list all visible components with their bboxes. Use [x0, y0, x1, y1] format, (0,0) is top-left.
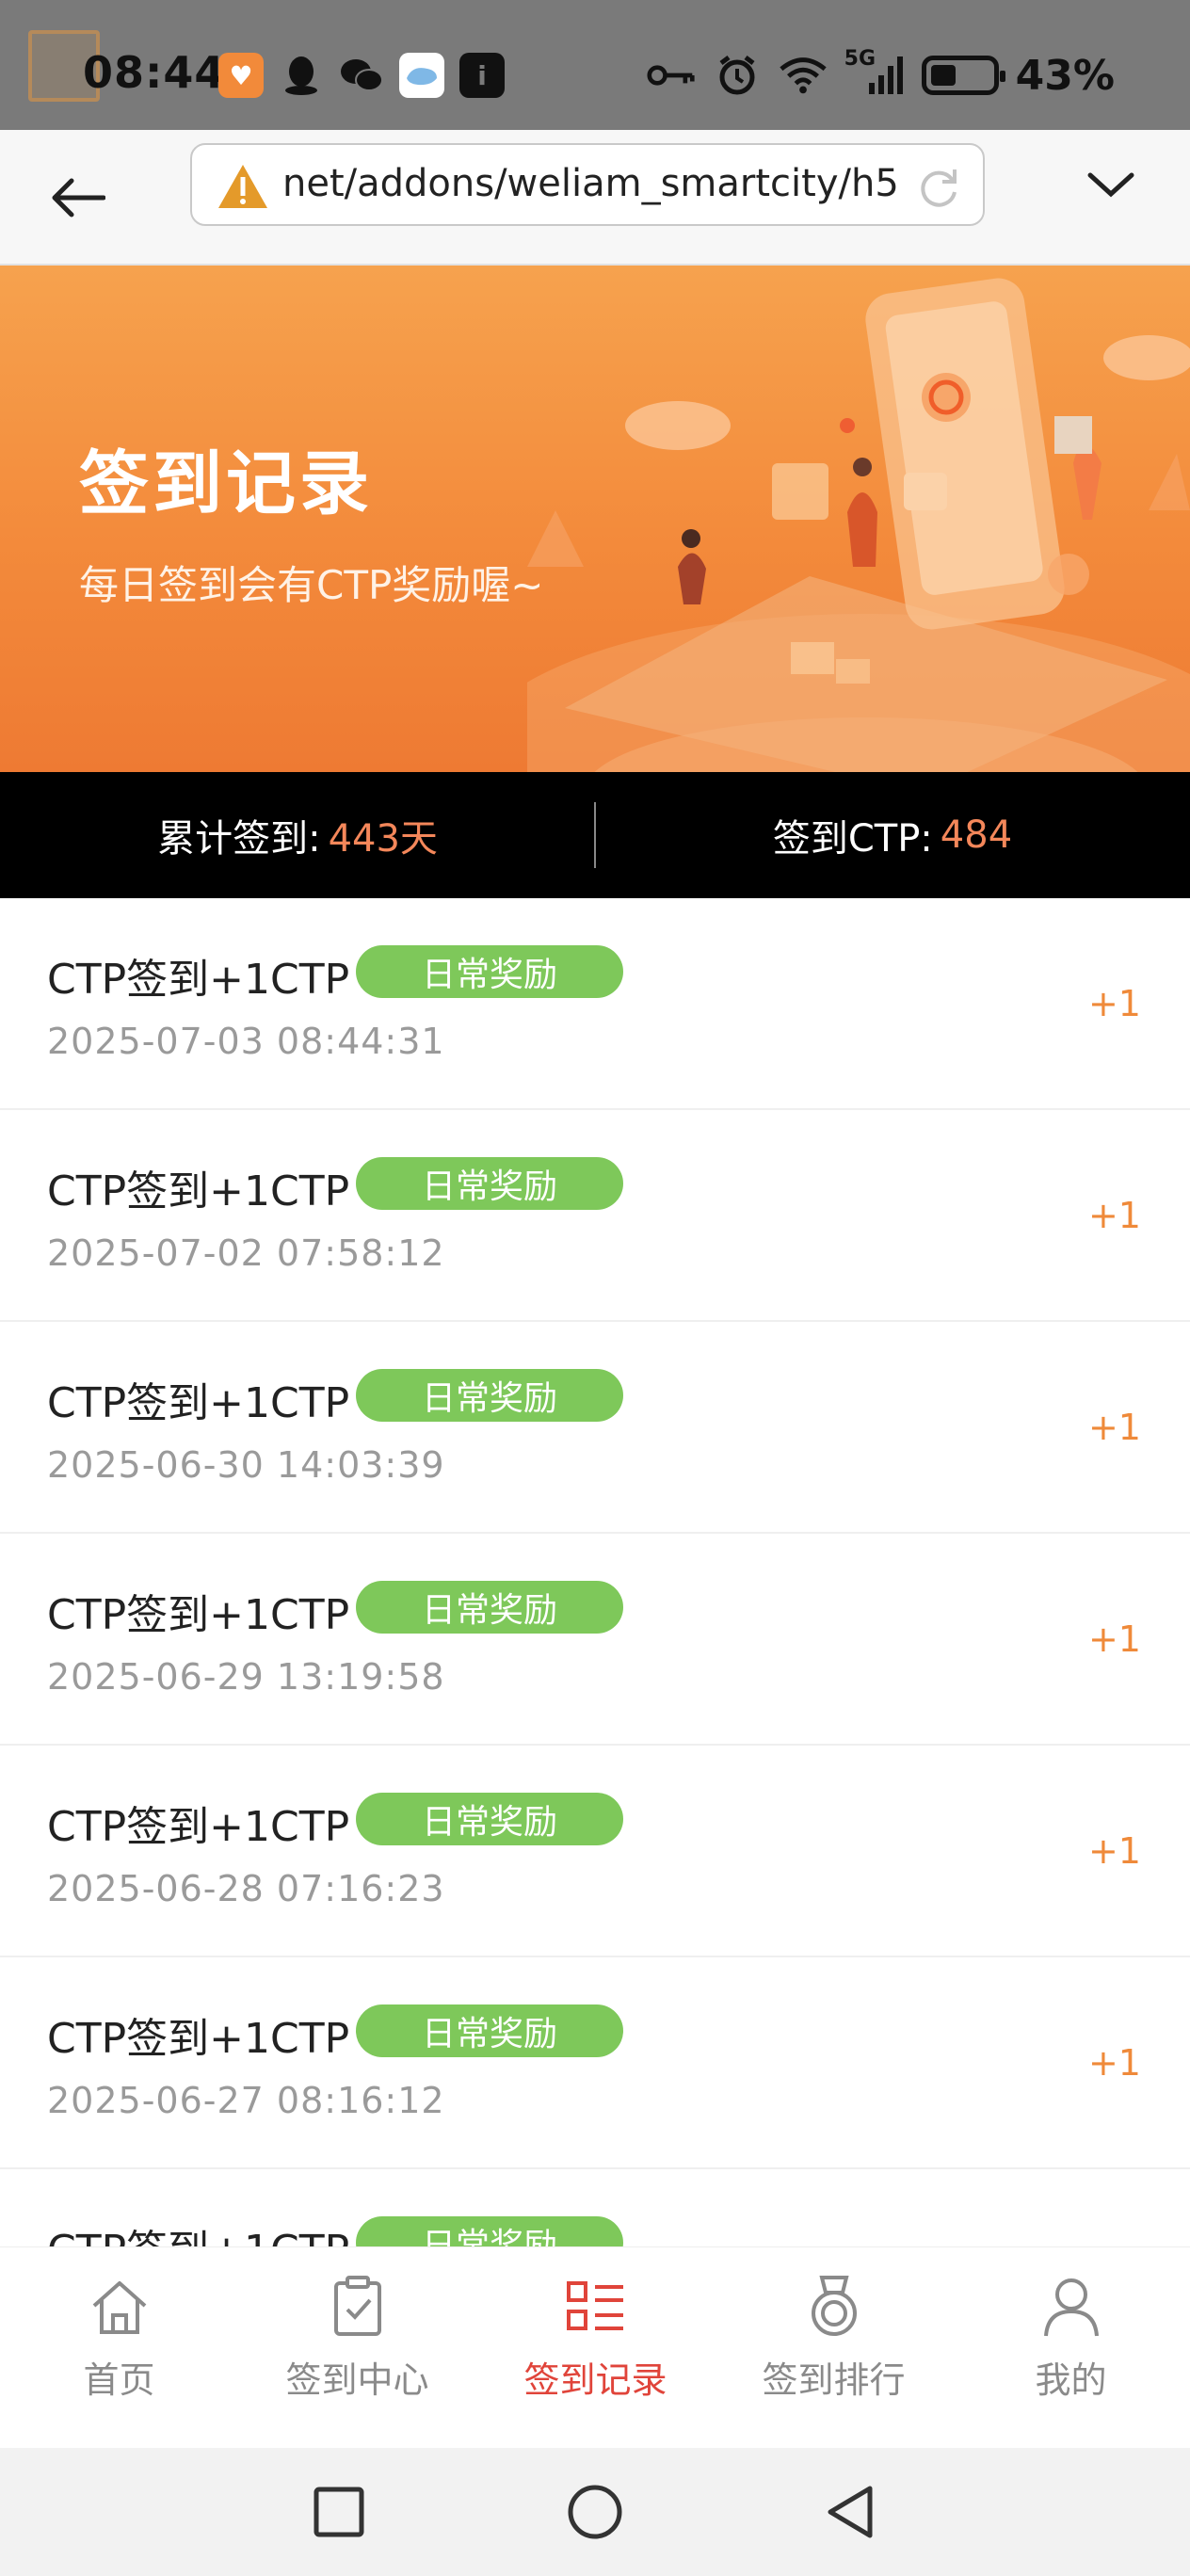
record-title: CTP签到+1CTP [47, 956, 350, 1004]
page-banner: 签到记录 每日签到会有CTP奖励喔~ [0, 266, 1190, 772]
record-item: CTP签到+1CTP 日常奖励 2025-07-02 07:58:12 +1 [0, 1110, 1190, 1322]
ctp-value: 484 [940, 813, 1013, 857]
whale-icon [399, 53, 444, 98]
browser-toolbar: net/addons/weliam_smartcity/h5 [0, 130, 1190, 266]
record-time: 2025-06-27 08:16:12 [47, 2080, 445, 2121]
medal-icon [811, 2276, 857, 2336]
tab-label: 签到记录 [523, 2359, 667, 2401]
record-badge: 日常奖励 [356, 2216, 623, 2246]
network-label: 5G [844, 47, 876, 71]
total-checkin-value: 443天 [328, 817, 438, 861]
tab-label: 首页 [83, 2359, 155, 2401]
checkin-stats: 累计签到: 443天 签到CTP: 484 [0, 772, 1190, 898]
tab-checkin-records[interactable]: 签到记录 [476, 2274, 715, 2415]
user-icon [1043, 2278, 1099, 2337]
record-time: 2025-06-30 14:03:39 [47, 1444, 445, 1486]
battery-icon [921, 56, 1005, 95]
record-item: CTP签到+1CTP 日常奖励 2025-06-29 13:19:58 +1 [0, 1534, 1190, 1746]
home-circle-icon[interactable] [559, 2476, 631, 2548]
tab-label: 签到中心 [285, 2359, 429, 2401]
record-time: 2025-07-03 08:44:31 [47, 1021, 445, 1062]
record-badge: 日常奖励 [356, 1157, 623, 1210]
record-badge: 日常奖励 [356, 945, 623, 998]
tab-checkin-center[interactable]: 签到中心 [238, 2274, 476, 2415]
record-item: CTP签到+1CTP 日常奖励 [0, 2169, 1190, 2246]
record-points: +1 [1087, 1830, 1141, 1872]
record-badge: 日常奖励 [356, 1581, 623, 1634]
record-points: +1 [1087, 983, 1141, 1024]
warning-icon[interactable] [217, 162, 269, 211]
record-badge: 日常奖励 [356, 1793, 623, 1845]
total-checkin-stat: 累计签到: 443天 [0, 772, 595, 898]
home-icon [92, 2281, 146, 2334]
record-item: CTP签到+1CTP 日常奖励 2025-06-28 07:16:23 +1 [0, 1746, 1190, 1957]
url-text: net/addons/weliam_smartcity/h5 [282, 162, 899, 205]
record-points: +1 [1087, 1407, 1141, 1448]
notification-icons: ♥ i [218, 49, 505, 102]
wechat-icon [339, 53, 384, 98]
list-icon [566, 2281, 623, 2330]
system-nav-bar [0, 2448, 1190, 2576]
wifi-icon [779, 53, 828, 98]
record-badge: 日常奖励 [356, 1369, 623, 1422]
record-title: CTP签到+1CTP [47, 1379, 350, 1427]
record-time: 2025-06-29 13:19:58 [47, 1656, 445, 1698]
record-title: CTP签到+1CTP [47, 1167, 350, 1216]
record-time: 2025-07-02 07:58:12 [47, 1232, 445, 1274]
chevron-down-icon[interactable] [1083, 166, 1139, 222]
ctp-stat: 签到CTP: 484 [595, 772, 1190, 898]
record-title: CTP签到+1CTP [47, 1591, 350, 1639]
record-points: +1 [1087, 1618, 1141, 1660]
record-badge: 日常奖励 [356, 2004, 623, 2057]
key-icon [647, 53, 696, 98]
back-triangle-icon[interactable] [813, 2476, 885, 2548]
tab-mine[interactable]: 我的 [952, 2274, 1190, 2415]
reload-icon[interactable] [915, 164, 962, 211]
checkin-clipboard-icon [333, 2276, 381, 2336]
record-item: CTP签到+1CTP 日常奖励 2025-06-30 14:03:39 +1 [0, 1322, 1190, 1534]
battery-percent: 43% [1015, 51, 1115, 100]
tab-label: 我的 [1035, 2359, 1107, 2401]
info-icon: i [459, 53, 505, 98]
banner-illustration [527, 278, 1190, 772]
status-right: 5G 43% [647, 47, 1115, 104]
record-title: CTP签到+1CTP [47, 1803, 350, 1851]
record-time: 2025-06-28 07:16:23 [47, 1868, 445, 1909]
tab-home[interactable]: 首页 [0, 2274, 238, 2415]
status-bar: 08:44 ♥ i 5G 43% [0, 0, 1190, 130]
qq-icon [279, 53, 324, 98]
record-item: CTP签到+1CTP 日常奖励 2025-06-27 08:16:12 +1 [0, 1957, 1190, 2169]
page-title: 签到记录 [79, 443, 373, 524]
record-item: CTP签到+1CTP 日常奖励 2025-07-03 08:44:31 +1 [0, 898, 1190, 1110]
back-arrow-icon[interactable] [41, 162, 113, 233]
page-subtitle: 每日签到会有CTP奖励喔~ [79, 562, 544, 608]
checkin-record-list[interactable]: CTP签到+1CTP 日常奖励 2025-07-03 08:44:31 +1 C… [0, 898, 1190, 2246]
tab-label: 签到排行 [762, 2359, 906, 2401]
alarm-icon [713, 53, 762, 98]
bottom-tab-bar: 首页 签到中心 签到记录 签到排行 我的 [0, 2246, 1190, 2448]
ctp-label: 签到CTP: [772, 817, 933, 861]
app-heart-icon: ♥ [218, 53, 264, 98]
signal-icon: 5G [844, 47, 905, 98]
recents-square-icon[interactable] [303, 2476, 375, 2548]
address-bar[interactable]: net/addons/weliam_smartcity/h5 [190, 143, 985, 226]
record-points: +1 [1087, 2042, 1141, 2084]
tab-checkin-ranking[interactable]: 签到排行 [715, 2274, 953, 2415]
record-points: +1 [1087, 1195, 1141, 1236]
status-time: 08:44 [83, 47, 226, 98]
record-title: CTP签到+1CTP [47, 2015, 350, 2063]
record-title: CTP签到+1CTP [47, 2216, 349, 2246]
total-checkin-label: 累计签到: [157, 817, 321, 861]
